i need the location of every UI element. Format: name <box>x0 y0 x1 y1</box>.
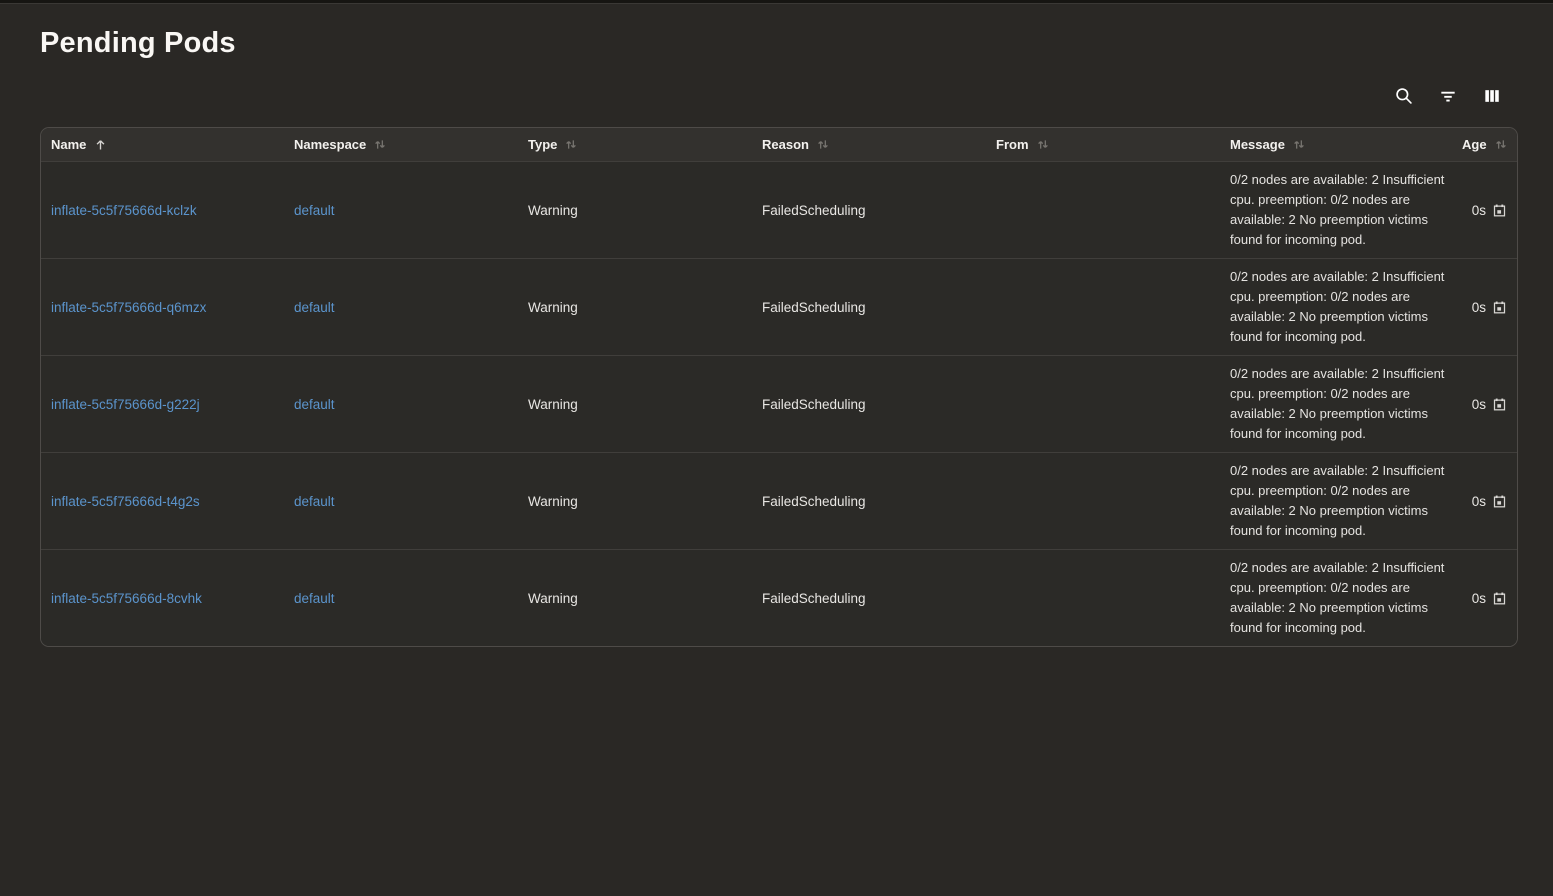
pod-name-link[interactable]: inflate-5c5f75666d-g222j <box>51 397 200 412</box>
pending-pods-table: Name Namespace Type Reason From <box>40 127 1518 647</box>
filter-button[interactable] <box>1429 78 1467 114</box>
cell-message: 0/2 nodes are available: 2 Insufficient … <box>1220 162 1452 258</box>
column-label: Name <box>51 137 86 152</box>
cell-from <box>986 259 1220 355</box>
cell-name: inflate-5c5f75666d-q6mzx <box>41 259 284 355</box>
cell-namespace: default <box>284 453 518 549</box>
age-value: 0s <box>1472 300 1486 315</box>
column-header-name[interactable]: Name <box>41 128 284 161</box>
column-header-namespace[interactable]: Namespace <box>284 128 518 161</box>
columns-icon <box>1482 86 1502 106</box>
sort-arrows-icon <box>1292 137 1306 152</box>
top-strip <box>0 0 1553 4</box>
cell-name: inflate-5c5f75666d-kclzk <box>41 162 284 258</box>
calendar-icon <box>1492 591 1507 606</box>
cell-name: inflate-5c5f75666d-8cvhk <box>41 550 284 646</box>
calendar-icon <box>1492 300 1507 315</box>
age-value: 0s <box>1472 203 1486 218</box>
cell-reason: FailedScheduling <box>752 453 986 549</box>
table-row: inflate-5c5f75666d-kclzk default Warning… <box>41 161 1517 258</box>
search-icon <box>1394 86 1414 106</box>
column-label: Type <box>528 137 557 152</box>
cell-namespace: default <box>284 356 518 452</box>
cell-message: 0/2 nodes are available: 2 Insufficient … <box>1220 356 1452 452</box>
column-label: Namespace <box>294 137 366 152</box>
table-row: inflate-5c5f75666d-q6mzx default Warning… <box>41 258 1517 355</box>
namespace-link[interactable]: default <box>294 397 335 412</box>
age-value: 0s <box>1472 591 1486 606</box>
table-toolbar <box>0 78 1511 114</box>
age-value: 0s <box>1472 397 1486 412</box>
cell-message: 0/2 nodes are available: 2 Insufficient … <box>1220 453 1452 549</box>
cell-age: 0s <box>1452 550 1517 646</box>
cell-from <box>986 162 1220 258</box>
column-header-reason[interactable]: Reason <box>752 128 986 161</box>
column-label: From <box>996 137 1029 152</box>
cell-type: Warning <box>518 453 752 549</box>
pod-name-link[interactable]: inflate-5c5f75666d-kclzk <box>51 203 197 218</box>
column-header-type[interactable]: Type <box>518 128 752 161</box>
column-label: Message <box>1230 137 1285 152</box>
calendar-icon <box>1492 397 1507 412</box>
pod-name-link[interactable]: inflate-5c5f75666d-t4g2s <box>51 494 200 509</box>
column-label: Age <box>1462 137 1487 152</box>
columns-button[interactable] <box>1473 78 1511 114</box>
table-body: inflate-5c5f75666d-kclzk default Warning… <box>41 161 1517 646</box>
cell-from <box>986 453 1220 549</box>
filter-icon <box>1438 86 1458 106</box>
column-header-from[interactable]: From <box>986 128 1220 161</box>
sort-arrows-icon <box>816 137 830 152</box>
cell-age: 0s <box>1452 259 1517 355</box>
cell-from <box>986 356 1220 452</box>
cell-name: inflate-5c5f75666d-t4g2s <box>41 453 284 549</box>
cell-age: 0s <box>1452 162 1517 258</box>
namespace-link[interactable]: default <box>294 300 335 315</box>
cell-reason: FailedScheduling <box>752 162 986 258</box>
cell-reason: FailedScheduling <box>752 550 986 646</box>
cell-namespace: default <box>284 162 518 258</box>
calendar-icon <box>1492 203 1507 218</box>
age-value: 0s <box>1472 494 1486 509</box>
cell-reason: FailedScheduling <box>752 259 986 355</box>
cell-type: Warning <box>518 550 752 646</box>
cell-message: 0/2 nodes are available: 2 Insufficient … <box>1220 259 1452 355</box>
sort-arrows-icon <box>373 137 387 152</box>
column-header-age[interactable]: Age <box>1452 128 1518 161</box>
table-header-row: Name Namespace Type Reason From <box>41 128 1517 161</box>
cell-namespace: default <box>284 259 518 355</box>
namespace-link[interactable]: default <box>294 203 335 218</box>
namespace-link[interactable]: default <box>294 591 335 606</box>
cell-age: 0s <box>1452 453 1517 549</box>
cell-age: 0s <box>1452 356 1517 452</box>
table-row: inflate-5c5f75666d-g222j default Warning… <box>41 355 1517 452</box>
pod-name-link[interactable]: inflate-5c5f75666d-q6mzx <box>51 300 206 315</box>
cell-reason: FailedScheduling <box>752 356 986 452</box>
calendar-icon <box>1492 494 1507 509</box>
cell-name: inflate-5c5f75666d-g222j <box>41 356 284 452</box>
sort-arrows-icon <box>1494 137 1508 152</box>
column-label: Reason <box>762 137 809 152</box>
cell-type: Warning <box>518 259 752 355</box>
sort-asc-icon <box>93 137 108 152</box>
page-title: Pending Pods <box>40 26 1553 60</box>
table-row: inflate-5c5f75666d-8cvhk default Warning… <box>41 549 1517 646</box>
column-header-message[interactable]: Message <box>1220 128 1452 161</box>
cell-namespace: default <box>284 550 518 646</box>
cell-type: Warning <box>518 162 752 258</box>
search-button[interactable] <box>1385 78 1423 114</box>
sort-arrows-icon <box>1036 137 1050 152</box>
sort-arrows-icon <box>564 137 578 152</box>
cell-message: 0/2 nodes are available: 2 Insufficient … <box>1220 550 1452 646</box>
namespace-link[interactable]: default <box>294 494 335 509</box>
pod-name-link[interactable]: inflate-5c5f75666d-8cvhk <box>51 591 202 606</box>
cell-type: Warning <box>518 356 752 452</box>
cell-from <box>986 550 1220 646</box>
table-row: inflate-5c5f75666d-t4g2s default Warning… <box>41 452 1517 549</box>
